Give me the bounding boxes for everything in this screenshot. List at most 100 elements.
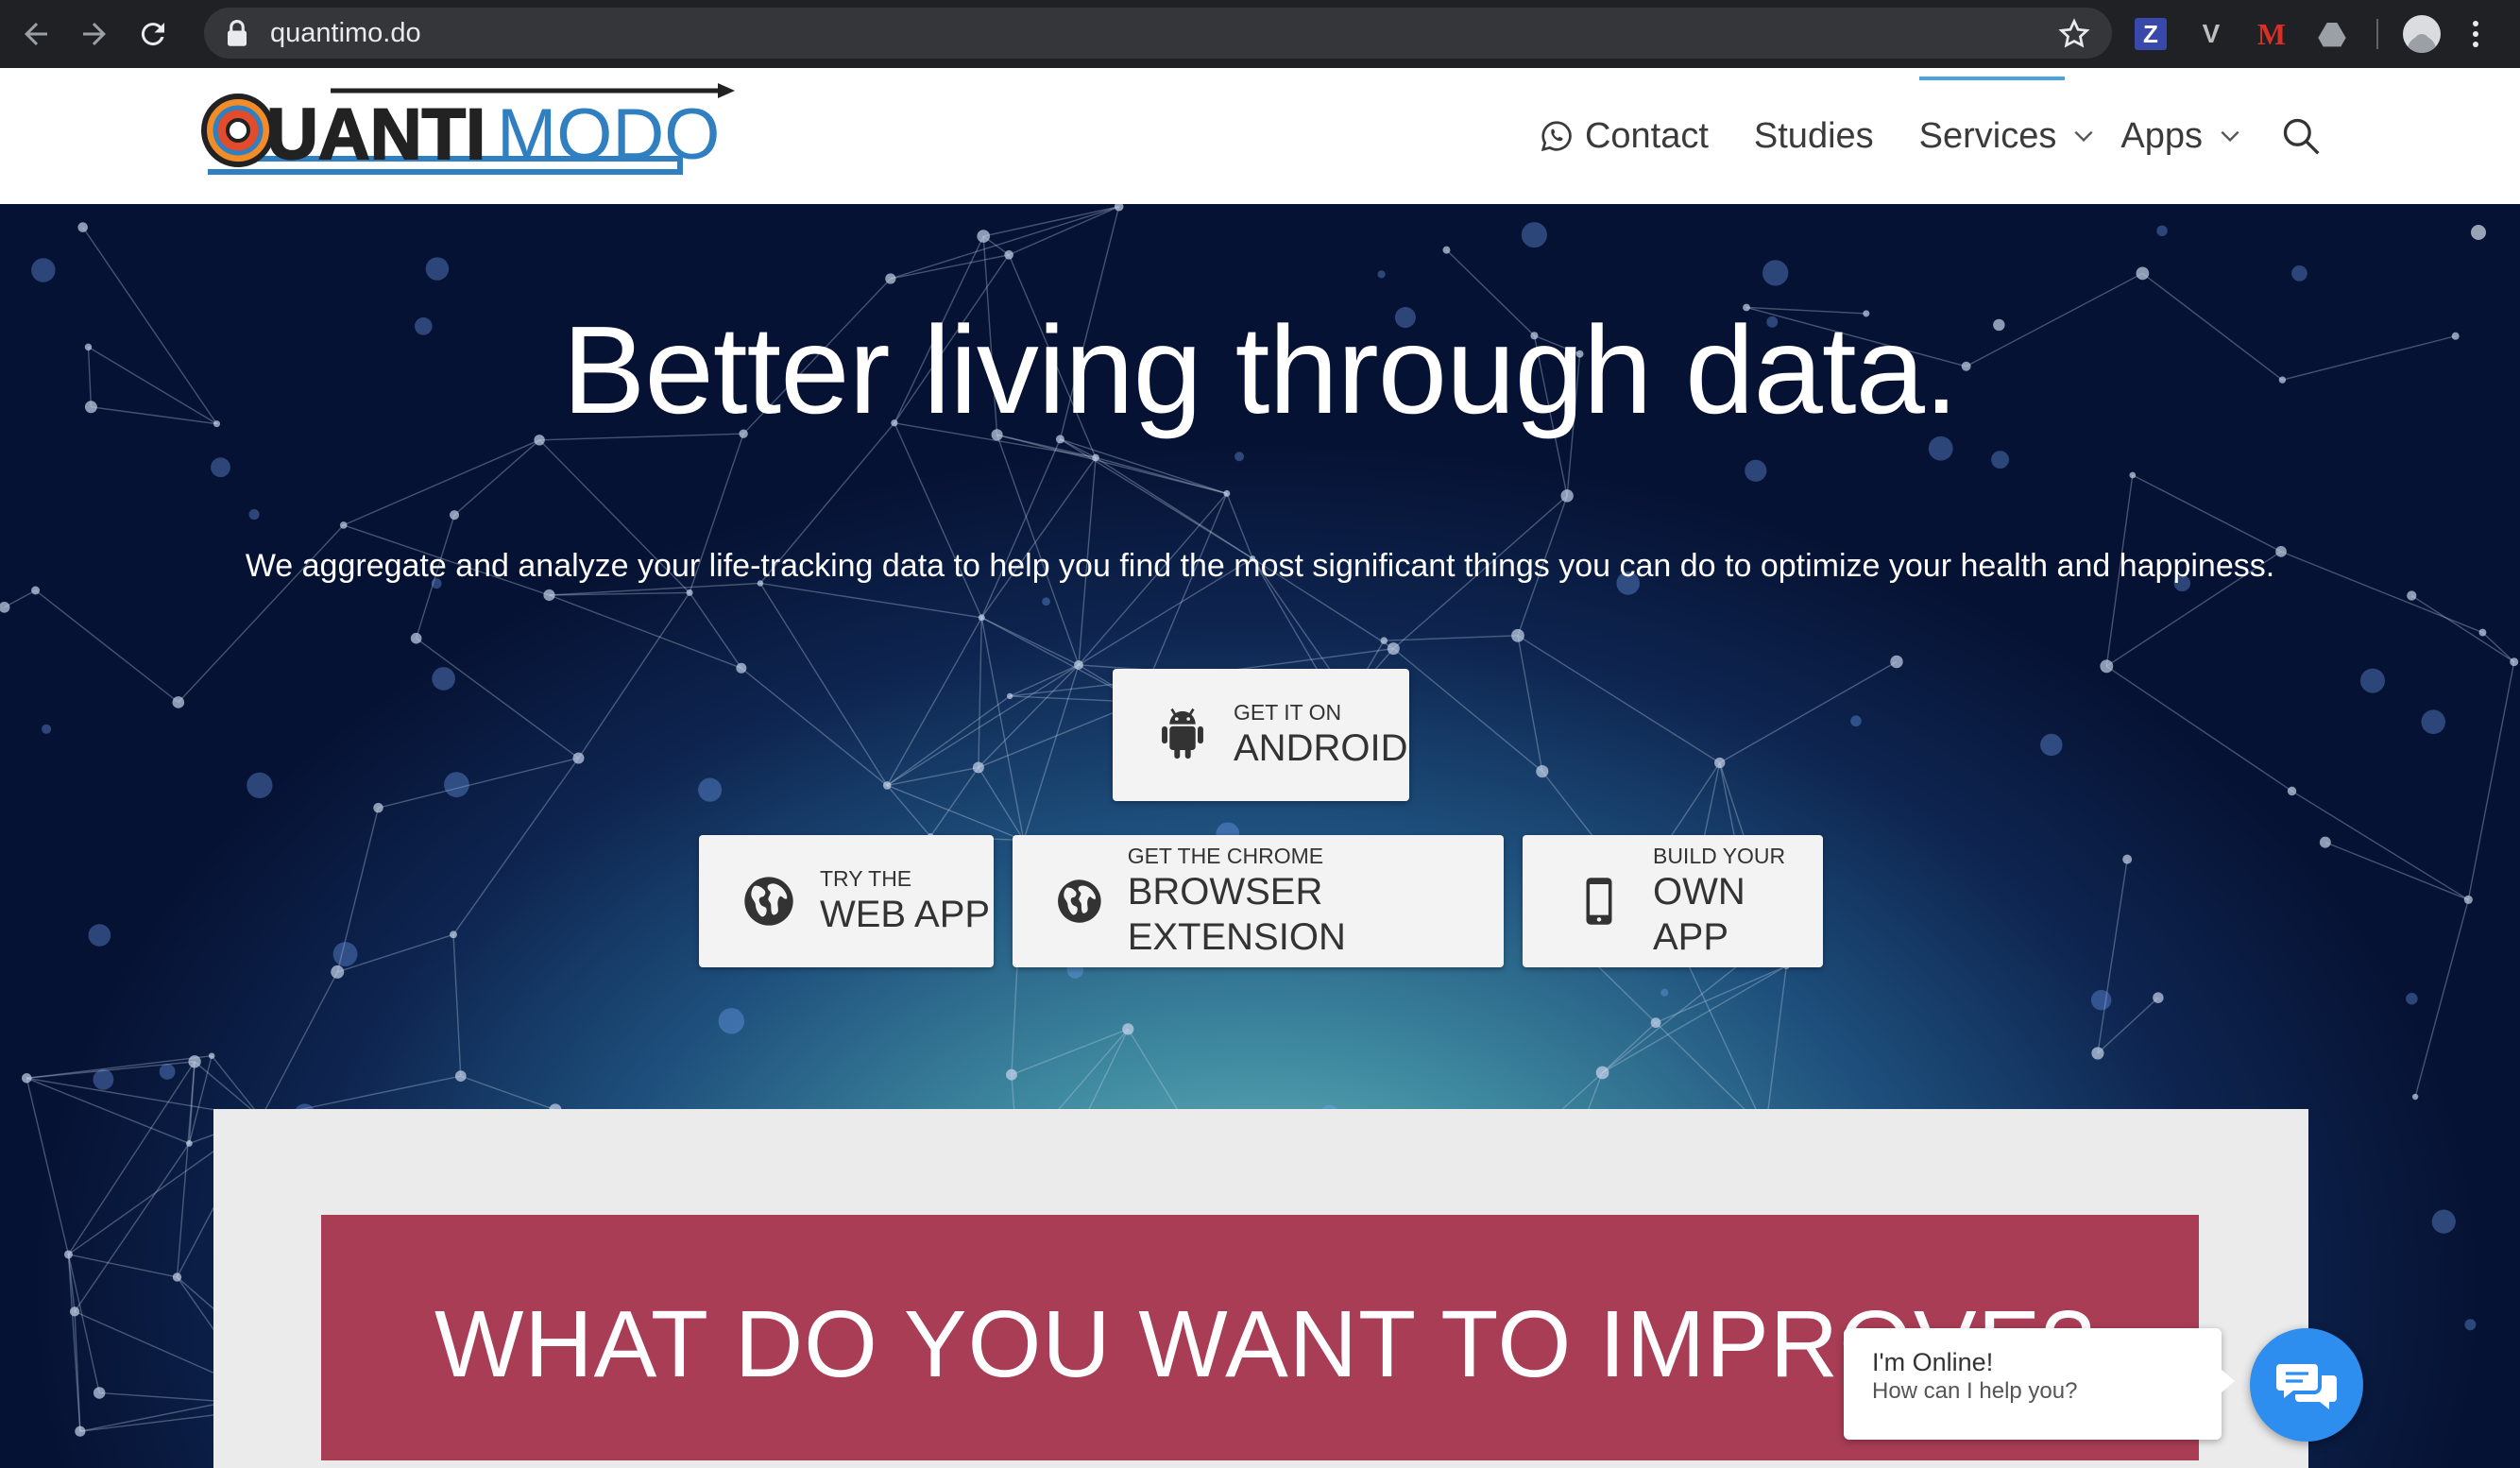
svg-text:UANTI: UANTI bbox=[266, 94, 485, 175]
reload-button[interactable] bbox=[130, 11, 176, 57]
glow-particle bbox=[2156, 225, 2168, 237]
glow-particle bbox=[1377, 270, 1386, 279]
network-node bbox=[1890, 655, 1903, 669]
network-line bbox=[453, 439, 540, 516]
address-bar[interactable]: quantimo.do bbox=[204, 8, 2112, 59]
network-line bbox=[2481, 632, 2515, 663]
z-extension-icon[interactable]: Z bbox=[2135, 18, 2167, 50]
network-line bbox=[890, 206, 1119, 280]
globe-icon bbox=[744, 877, 793, 926]
network-node bbox=[69, 1306, 80, 1317]
android-icon bbox=[1162, 708, 1203, 760]
chevron-down-icon bbox=[2074, 130, 2093, 143]
chrome-button-main: BROWSER EXTENSION bbox=[1127, 871, 1346, 958]
network-node bbox=[21, 1073, 32, 1084]
network-line bbox=[1589, 958, 1657, 1024]
network-node bbox=[1595, 1066, 1609, 1080]
svg-text:MODO: MODO bbox=[497, 94, 720, 175]
own-app-button-top: BUILD YOUR bbox=[1652, 844, 1786, 868]
network-line bbox=[416, 638, 579, 760]
network-line bbox=[2291, 790, 2469, 901]
network-line bbox=[1602, 949, 1759, 1074]
quantimodo-logo[interactable]: UANTI MODO bbox=[189, 77, 756, 191]
chrome-extension-button[interactable]: GET THE CHROME BROWSER EXTENSION bbox=[1013, 835, 1504, 967]
network-node bbox=[2129, 471, 2137, 479]
nav-apps-label: Apps bbox=[2120, 115, 2203, 156]
nav-studies[interactable]: Studies bbox=[1754, 116, 1874, 157]
network-node bbox=[2478, 628, 2487, 637]
network-node bbox=[1006, 692, 1013, 700]
chat-launcher-button[interactable] bbox=[2250, 1328, 2363, 1442]
glow-particle bbox=[1745, 459, 1767, 482]
network-node bbox=[77, 222, 89, 232]
main-nav: Contact Studies Services Apps bbox=[1494, 76, 2322, 166]
glow-particle bbox=[159, 1063, 176, 1080]
url-text[interactable]: quantimo.do bbox=[270, 18, 421, 49]
glow-particle bbox=[42, 724, 52, 734]
network-node bbox=[410, 632, 422, 644]
network-line bbox=[26, 1078, 70, 1255]
glow-particle bbox=[1042, 597, 1050, 606]
network-line bbox=[2132, 474, 2282, 553]
network-line bbox=[741, 667, 888, 786]
glow-particle bbox=[88, 924, 111, 947]
profile-avatar[interactable] bbox=[2403, 15, 2441, 53]
network-node bbox=[208, 1052, 215, 1060]
network-node bbox=[454, 1070, 467, 1082]
network-line bbox=[2105, 665, 2292, 793]
chat-subtitle: How can I help you? bbox=[1872, 1378, 2078, 1404]
try-web-app-button[interactable]: TRY THE WEB APP bbox=[699, 835, 994, 967]
network-line bbox=[1679, 948, 1766, 1131]
drive-extension-icon[interactable] bbox=[2316, 18, 2348, 50]
network-node bbox=[1074, 659, 1083, 670]
chat-bubbles-icon bbox=[2276, 1364, 2337, 1409]
gmail-extension-icon[interactable]: M bbox=[2256, 17, 2288, 51]
search-icon[interactable] bbox=[2280, 115, 2322, 157]
network-line bbox=[890, 254, 1010, 280]
glow-particle bbox=[2291, 265, 2307, 282]
network-line bbox=[67, 1061, 196, 1255]
network-line bbox=[549, 594, 742, 669]
network-line bbox=[1095, 456, 1228, 495]
browser-menu-icon[interactable] bbox=[2473, 21, 2478, 47]
scroll-indicator[interactable] bbox=[2471, 225, 2486, 240]
network-node bbox=[2153, 992, 2164, 1003]
nav-apps[interactable]: Apps bbox=[2120, 116, 2242, 157]
glow-particle bbox=[698, 777, 723, 802]
toolbar-divider bbox=[2376, 19, 2378, 49]
bookmark-star-icon[interactable] bbox=[2057, 17, 2091, 51]
build-own-app-button[interactable]: BUILD YOUR OWN APP bbox=[1523, 835, 1823, 967]
glow-particle bbox=[2406, 993, 2418, 1005]
v-extension-icon[interactable]: V bbox=[2195, 18, 2227, 50]
network-node bbox=[172, 1272, 182, 1282]
network-line bbox=[929, 767, 979, 837]
network-node bbox=[2091, 1047, 2104, 1060]
site-header: UANTI MODO Contact Studies Services Apps bbox=[0, 68, 2520, 204]
network-node bbox=[172, 696, 185, 708]
network-node bbox=[1114, 204, 1124, 212]
back-button[interactable] bbox=[13, 11, 59, 57]
chat-greeting[interactable]: I'm Online! How can I help you? bbox=[1844, 1328, 2235, 1440]
nav-services[interactable]: Services bbox=[1918, 76, 2097, 157]
network-node bbox=[2122, 854, 2133, 864]
network-node bbox=[972, 761, 984, 774]
glow-particle bbox=[332, 942, 358, 966]
glow-particle bbox=[2464, 1319, 2477, 1331]
chrome-button-top: GET THE CHROME bbox=[1127, 844, 1324, 868]
forward-button[interactable] bbox=[72, 11, 117, 57]
network-line bbox=[759, 583, 888, 786]
network-node bbox=[2463, 895, 2473, 905]
chat-title: I'm Online! bbox=[1872, 1348, 1994, 1376]
network-line bbox=[35, 589, 179, 704]
network-node bbox=[1380, 637, 1388, 644]
network-line bbox=[2097, 859, 2128, 1054]
get-android-button[interactable]: GET IT ON ANDROID bbox=[1113, 669, 1409, 801]
network-node bbox=[2411, 1093, 2419, 1101]
network-line bbox=[1602, 1022, 1657, 1074]
nav-studies-label: Studies bbox=[1753, 115, 1874, 156]
network-node bbox=[2287, 786, 2297, 796]
glow-particle bbox=[1234, 452, 1245, 462]
nav-contact[interactable]: Contact bbox=[1540, 116, 1709, 157]
nav-services-label: Services bbox=[1918, 115, 2057, 156]
network-line bbox=[26, 1055, 213, 1080]
